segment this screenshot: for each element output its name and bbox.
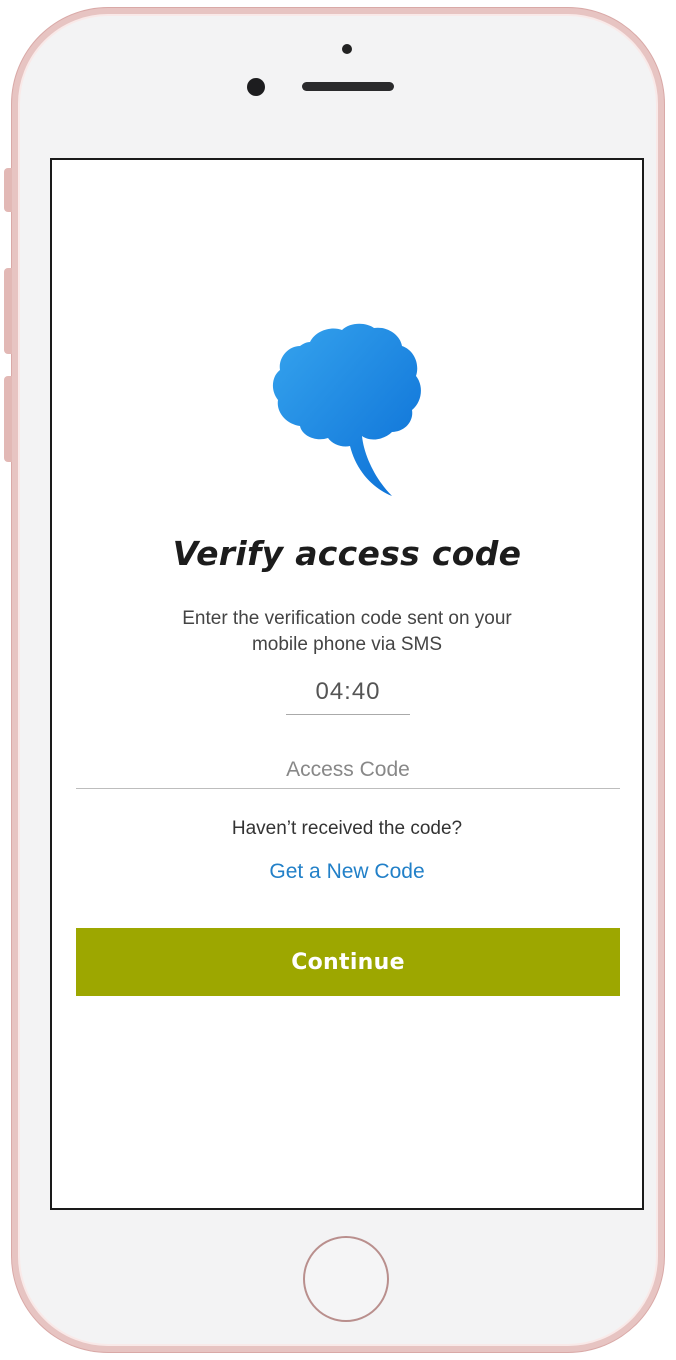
- front-camera: [247, 78, 265, 96]
- countdown-timer: 04:40: [286, 678, 410, 715]
- volume-up-button: [4, 268, 12, 354]
- access-code-input[interactable]: [76, 752, 620, 789]
- mute-switch: [4, 168, 12, 212]
- page-title: Verify access code: [172, 534, 522, 573]
- instructions-line-1: Enter the verification code sent on your: [182, 608, 512, 629]
- not-received-text: Haven’t received the code?: [231, 818, 463, 839]
- home-button: [303, 1236, 389, 1322]
- volume-down-button: [4, 376, 12, 462]
- app-screen: Verify access code Enter the verificatio…: [50, 158, 644, 1210]
- instructions-text: Enter the verification code sent on your…: [122, 606, 572, 658]
- proximity-sensor: [342, 44, 352, 54]
- earpiece-speaker: [302, 82, 394, 91]
- instructions-line-2: mobile phone via SMS: [251, 634, 443, 655]
- continue-button[interactable]: Continue: [76, 928, 620, 996]
- get-new-code-link[interactable]: Get a New Code: [52, 860, 642, 884]
- brain-speech-bubble-icon: [272, 323, 421, 496]
